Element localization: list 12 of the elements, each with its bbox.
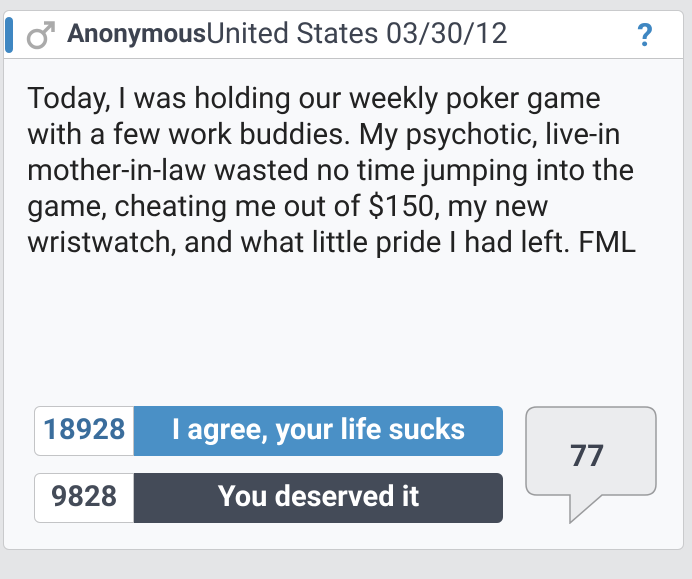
vote-button[interactable]: You deserved it [134,473,503,523]
story-text: Today, I was holding our weekly poker game with a few work buddies. My psychotic, live-in mother-in-law wasted no time jumping into the game, cheating me out of $150, my new wristwatch, and what little pride I had left. FML [26,81,638,262]
vote-count: 18928 [34,406,134,456]
author-name: Anonymous [67,18,206,51]
vote-count: 9828 [34,473,134,523]
accent-bar [5,16,13,52]
help-icon[interactable]: ? [637,10,653,58]
comment-count: 77 [570,438,604,476]
male-icon [25,18,57,50]
post-meta: United States 03/30/12 [206,16,508,53]
comment-bubble-icon[interactable] [525,406,657,524]
vote-button[interactable]: I agree, your life sucks [134,406,503,456]
